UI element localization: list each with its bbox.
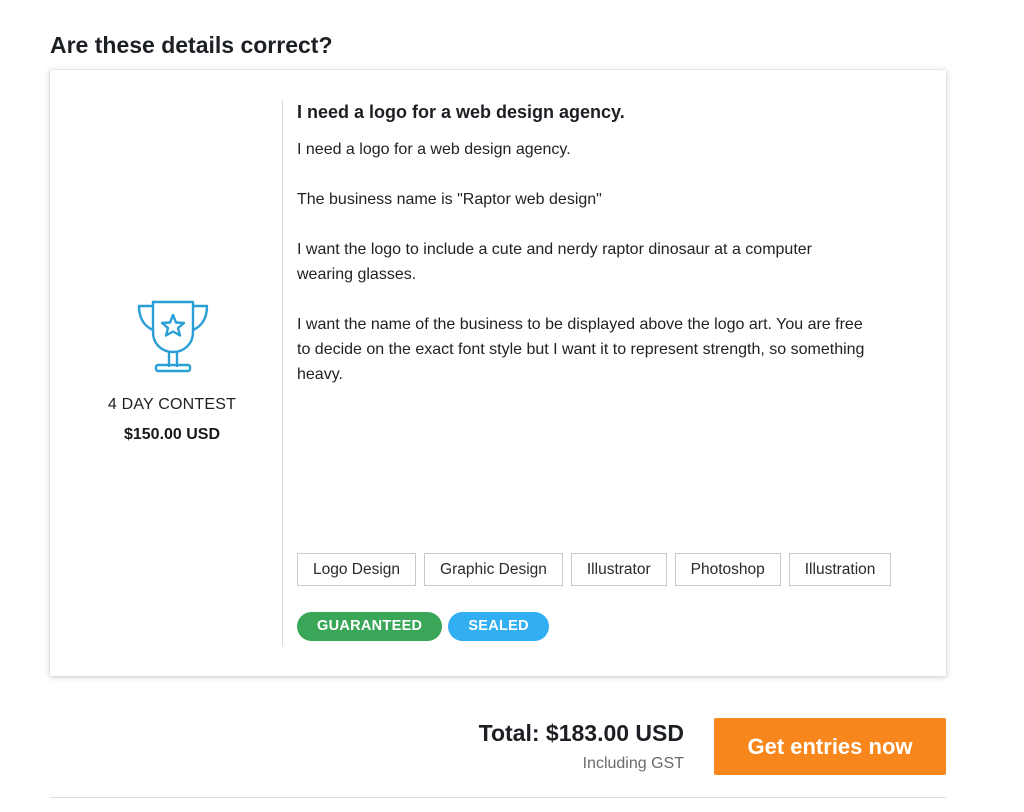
page-title: Are these details correct? <box>50 32 333 58</box>
skill-tag-photoshop[interactable]: Photoshop <box>674 553 781 586</box>
get-entries-button[interactable]: Get entries now <box>714 718 946 775</box>
skill-tag-graphic-design[interactable]: Graphic Design <box>424 553 563 586</box>
trophy-icon <box>137 300 209 373</box>
total-price: Total: $183.00 USD <box>478 720 684 746</box>
bottom-divider <box>50 797 946 798</box>
skill-tags: Logo Design Graphic Design Illustrator P… <box>297 553 892 586</box>
contest-badges: GUARANTEED SEALED <box>297 612 549 641</box>
skill-tag-illustration[interactable]: Illustration <box>788 553 892 586</box>
guaranteed-badge: GUARANTEED <box>297 612 443 641</box>
panel-divider <box>282 100 283 646</box>
sealed-badge: SEALED <box>448 612 549 641</box>
contest-duration: 4 DAY CONTEST <box>107 396 237 413</box>
contest-price: $150.00 USD <box>123 426 221 443</box>
tax-note: Including GST <box>582 755 684 772</box>
brief-description: I need a logo for a web design agency. T… <box>297 141 865 383</box>
contest-details-card: 4 DAY CONTEST $150.00 USD I need a logo … <box>50 70 946 676</box>
skill-tag-illustrator[interactable]: Illustrator <box>570 553 667 586</box>
brief-panel: I need a logo for a web design agency. I… <box>297 102 922 387</box>
skill-tag-logo-design[interactable]: Logo Design <box>297 553 417 586</box>
brief-title: I need a logo for a web design agency. <box>297 102 625 122</box>
contest-summary-panel: 4 DAY CONTEST $150.00 USD <box>50 70 282 676</box>
